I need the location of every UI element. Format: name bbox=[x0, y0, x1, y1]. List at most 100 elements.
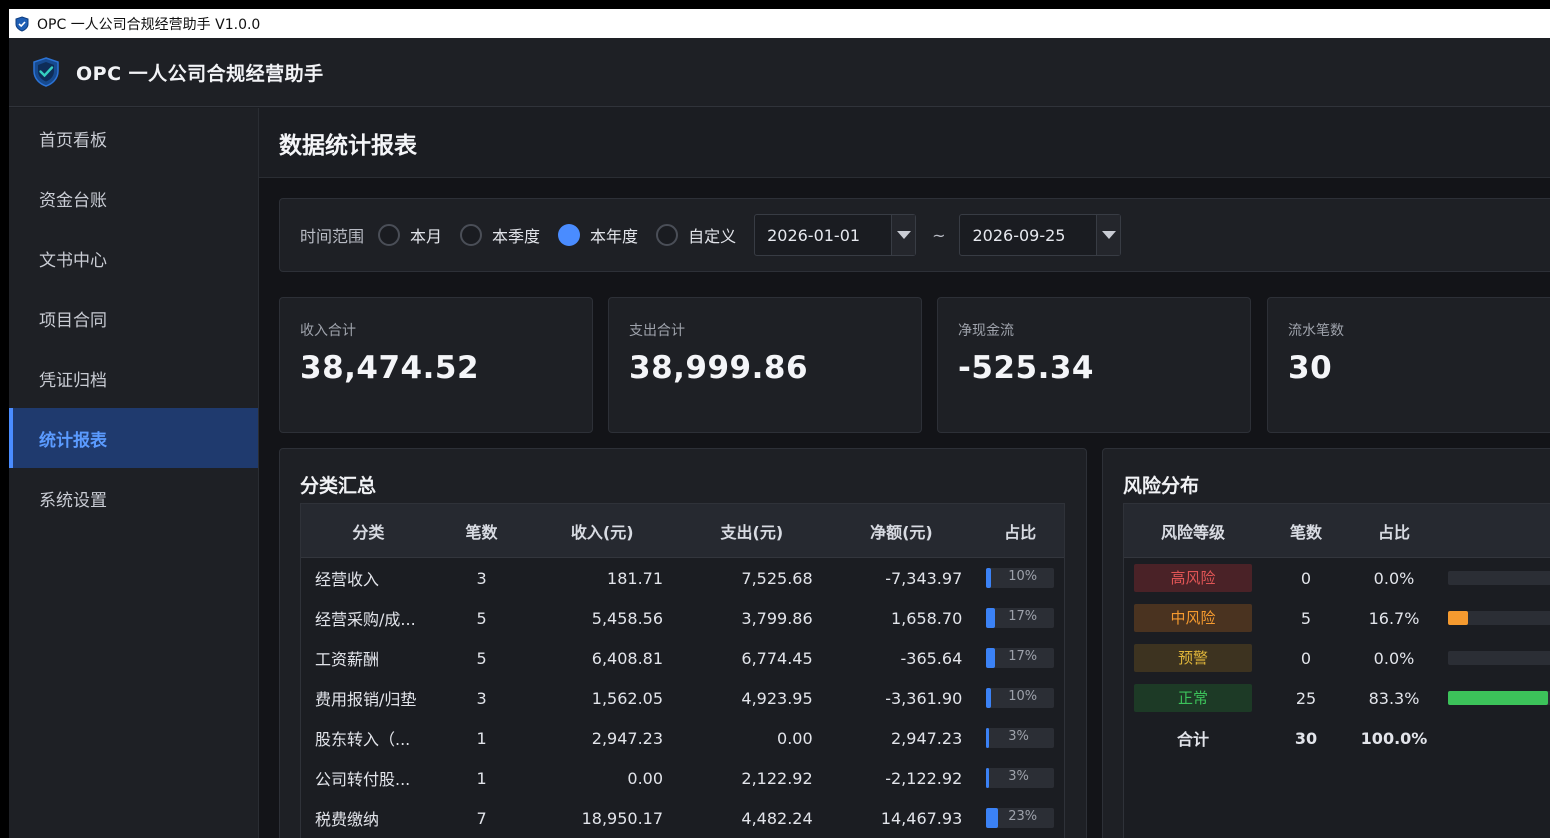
cell-category: 费用报销/归垫 bbox=[315, 690, 417, 709]
sidebar-item-documents[interactable]: 文书中心 bbox=[9, 228, 258, 288]
date-range-separator: ~ bbox=[932, 225, 946, 245]
start-date-value: 2026-01-01 bbox=[767, 225, 861, 245]
radio-custom[interactable]: 自定义 bbox=[656, 223, 736, 247]
shield-logo-icon bbox=[33, 57, 59, 87]
radio-this-month[interactable]: 本月 bbox=[378, 223, 442, 247]
panel-title: 分类汇总 bbox=[300, 475, 377, 497]
ratio-bar: 10% bbox=[986, 688, 1055, 708]
sidebar-item-settings[interactable]: 系统设置 bbox=[9, 468, 258, 528]
ratio-bar-fill bbox=[986, 648, 996, 668]
cell-net: -365.64 bbox=[900, 648, 963, 668]
risk-bar-fill bbox=[1448, 691, 1548, 705]
table-body: 高风险 0 0.0% 中风险 5 16.7% 预警 0 0.0% 正常 25 83.3% bbox=[1124, 558, 1550, 718]
card-label: 流水笔数 bbox=[1288, 323, 1344, 339]
table-row[interactable]: 经营收入 3 181.71 7,525.68 -7,343.97 10% bbox=[301, 558, 1064, 598]
ratio-label: 10% bbox=[1008, 689, 1038, 704]
total-percent: 100.0% bbox=[1360, 728, 1428, 748]
card-value: -525.34 bbox=[958, 350, 1094, 386]
table-row[interactable]: 股东转入（... 1 2,947.23 0.00 2,947.23 3% bbox=[301, 718, 1064, 758]
col-percent[interactable]: 占比 bbox=[1350, 519, 1438, 543]
cell-ratio: 17% bbox=[976, 608, 1064, 628]
risk-distribution-panel: 风险分布 风险等级 笔数 占比 高风险 0 0.0% 中风险 5 16.7% 预警 0 0.0%… bbox=[1102, 448, 1550, 838]
cell-income: 2,947.23 bbox=[591, 728, 664, 748]
cell-income: 0.00 bbox=[627, 768, 664, 788]
ratio-bar: 3% bbox=[986, 728, 1055, 748]
table-header: 分类 笔数 收入(元) 支出(元) 净额(元) 占比 bbox=[301, 504, 1064, 558]
page-header: 数据统计报表 bbox=[259, 108, 1550, 178]
radio-this-year[interactable]: 本年度 bbox=[558, 223, 638, 247]
sidebar-item-ledger[interactable]: 资金台账 bbox=[9, 168, 258, 228]
sidebar-item-reports[interactable]: 统计报表 bbox=[9, 408, 258, 468]
risk-row[interactable]: 高风险 0 0.0% bbox=[1124, 558, 1550, 598]
shield-app-icon bbox=[15, 15, 29, 32]
cell-count: 1 bbox=[476, 768, 487, 788]
table-row[interactable]: 公司转付股... 1 0.00 2,122.92 -2,122.92 3% bbox=[301, 758, 1064, 798]
risk-level-badge: 预警 bbox=[1134, 644, 1252, 672]
sidebar-item-vouchers[interactable]: 凭证归档 bbox=[9, 348, 258, 408]
app-header: OPC 一人公司合规经营助手 bbox=[9, 38, 1550, 107]
risk-bar bbox=[1448, 571, 1550, 585]
ratio-label: 3% bbox=[1008, 729, 1029, 744]
dropdown-arrow-icon[interactable] bbox=[891, 215, 916, 255]
col-count[interactable]: 笔数 bbox=[1262, 519, 1350, 543]
ratio-bar-fill bbox=[986, 808, 999, 828]
panel-title: 风险分布 bbox=[1123, 475, 1200, 497]
radio-circle[interactable] bbox=[378, 224, 401, 246]
radio-this-quarter[interactable]: 本季度 bbox=[460, 223, 540, 247]
page-title: 数据统计报表 bbox=[279, 132, 417, 159]
col-ratio[interactable]: 占比 bbox=[976, 519, 1064, 543]
table-row[interactable]: 费用报销/归垫 3 1,562.05 4,923.95 -3,361.90 10% bbox=[301, 678, 1064, 718]
col-income[interactable]: 收入(元) bbox=[527, 519, 677, 543]
cell-count: 0 bbox=[1300, 648, 1312, 668]
cell-bar bbox=[1438, 651, 1550, 665]
risk-row[interactable]: 正常 25 83.3% bbox=[1124, 678, 1550, 718]
col-count[interactable]: 笔数 bbox=[436, 519, 528, 543]
app-name: OPC 一人公司合规经营助手 bbox=[76, 62, 324, 85]
radio-circle-selected[interactable] bbox=[558, 224, 581, 246]
col-category[interactable]: 分类 bbox=[301, 519, 436, 543]
expense-total-card: 支出合计 38,999.86 bbox=[608, 297, 922, 433]
start-date-picker[interactable]: 2026-01-01 bbox=[754, 214, 917, 256]
risk-bar bbox=[1448, 611, 1550, 625]
radio-circle[interactable] bbox=[656, 224, 679, 246]
ratio-bar-fill bbox=[986, 568, 992, 588]
cell-bar bbox=[1438, 571, 1550, 585]
cell-expense: 2,122.92 bbox=[741, 768, 813, 788]
cell-ratio: 3% bbox=[976, 768, 1064, 788]
col-expense[interactable]: 支出(元) bbox=[677, 519, 827, 543]
cell-risk-level: 预警 bbox=[1124, 644, 1262, 672]
ratio-bar-fill bbox=[986, 768, 990, 788]
card-value: 38,474.52 bbox=[300, 350, 480, 386]
cell-net: -7,343.97 bbox=[885, 568, 963, 588]
card-label: 支出合计 bbox=[629, 323, 685, 339]
ratio-bar-fill bbox=[986, 728, 990, 748]
risk-row[interactable]: 中风险 5 16.7% bbox=[1124, 598, 1550, 638]
col-risk-level[interactable]: 风险等级 bbox=[1124, 519, 1262, 543]
risk-row[interactable]: 预警 0 0.0% bbox=[1124, 638, 1550, 678]
radio-circle[interactable] bbox=[460, 224, 483, 246]
cell-category: 经营采购/成... bbox=[315, 610, 416, 629]
table-row[interactable]: 工资薪酬 5 6,408.81 6,774.45 -365.64 17% bbox=[301, 638, 1064, 678]
cell-expense: 4,482.24 bbox=[741, 808, 813, 828]
cell-percent: 83.3% bbox=[1368, 688, 1420, 708]
cell-expense: 3,799.86 bbox=[741, 608, 813, 628]
sidebar-item-contracts[interactable]: 项目合同 bbox=[9, 288, 258, 348]
cell-percent: 0.0% bbox=[1373, 648, 1415, 668]
cell-income: 5,458.56 bbox=[591, 608, 664, 628]
cell-expense: 0.00 bbox=[777, 728, 813, 748]
sidebar: 首页看板 资金台账 文书中心 项目合同 凭证归档 统计报表 系统设置 bbox=[9, 108, 259, 838]
ratio-label: 23% bbox=[1008, 809, 1038, 824]
cell-category: 税费缴纳 bbox=[315, 810, 380, 829]
dropdown-arrow-icon[interactable] bbox=[1096, 215, 1121, 255]
sidebar-item-dashboard[interactable]: 首页看板 bbox=[9, 108, 258, 168]
end-date-picker[interactable]: 2026-09-25 bbox=[959, 214, 1122, 256]
table-row[interactable]: 税费缴纳 7 18,950.17 4,482.24 14,467.93 23% bbox=[301, 798, 1064, 838]
ratio-label: 3% bbox=[1008, 769, 1029, 784]
cell-ratio: 10% bbox=[976, 568, 1064, 588]
table-row[interactable]: 经营采购/成... 5 5,458.56 3,799.86 1,658.70 17% bbox=[301, 598, 1064, 638]
col-net[interactable]: 净额(元) bbox=[827, 519, 977, 543]
radio-label: 本季度 bbox=[492, 227, 541, 246]
risk-level-badge: 正常 bbox=[1134, 684, 1252, 712]
radio-label: 本月 bbox=[410, 227, 443, 246]
cell-expense: 6,774.45 bbox=[741, 648, 813, 668]
